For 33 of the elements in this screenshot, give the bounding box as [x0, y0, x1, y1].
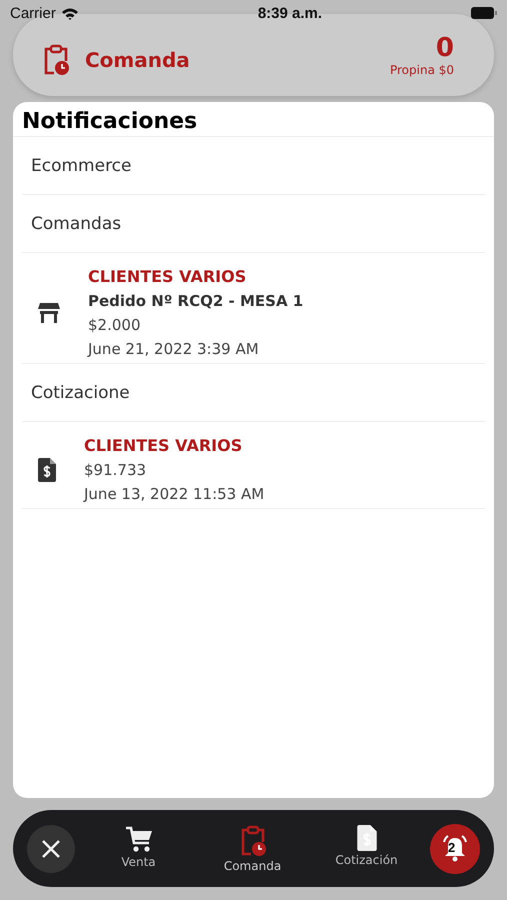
invoice-icon [356, 824, 376, 850]
section-heading[interactable]: Comandas [22, 195, 485, 253]
bell-icon [440, 834, 470, 864]
tip-label: Propina $0 [390, 63, 454, 77]
amount: $91.733 [84, 460, 148, 481]
notification-bell-button[interactable]: 2 [430, 824, 480, 874]
close-button[interactable] [27, 824, 75, 872]
date: June 13, 2022 11:53 AM [84, 484, 264, 505]
wifi-icon [60, 6, 79, 20]
close-icon [41, 838, 61, 858]
battery-icon [471, 7, 497, 19]
header-title: Comanda [85, 48, 190, 72]
clipboard-clock-icon [240, 824, 266, 856]
date: June 21, 2022 3:39 AM [88, 339, 260, 360]
panel-title: Notificaciones [13, 102, 494, 137]
client-name: CLIENTES VARIOS [88, 266, 248, 288]
clock-time: 8:39 a.m. [258, 4, 322, 22]
order-label: Pedido Nº RCQ2 - MESA 1 [88, 291, 304, 312]
order-count: 0 [436, 33, 454, 63]
cart-icon [124, 824, 152, 852]
carrier-label: Carrier [10, 4, 56, 22]
nav-tab[interactable]: Venta [90, 824, 186, 872]
nav-tab[interactable]: Cotización [318, 824, 414, 872]
clipboard-clock-icon [43, 44, 69, 76]
client-name: CLIENTES VARIOS [84, 435, 244, 457]
amount: $2.000 [88, 315, 142, 336]
notification-item[interactable]: CLIENTES VARIOS Pedido Nº RCQ2 - MESA 1 $2.000 June 21, 2022 3:39 AM [22, 253, 485, 364]
notification-item[interactable]: CLIENTES VARIOS $91.733 June 13, 2022 11:53 AM [22, 422, 485, 509]
table-icon [38, 303, 60, 323]
nav-tab[interactable]: Comanda [204, 824, 300, 872]
section-heading[interactable]: Cotizacione [22, 364, 485, 422]
section-heading[interactable]: Ecommerce [22, 137, 485, 195]
invoice-icon [38, 458, 56, 482]
